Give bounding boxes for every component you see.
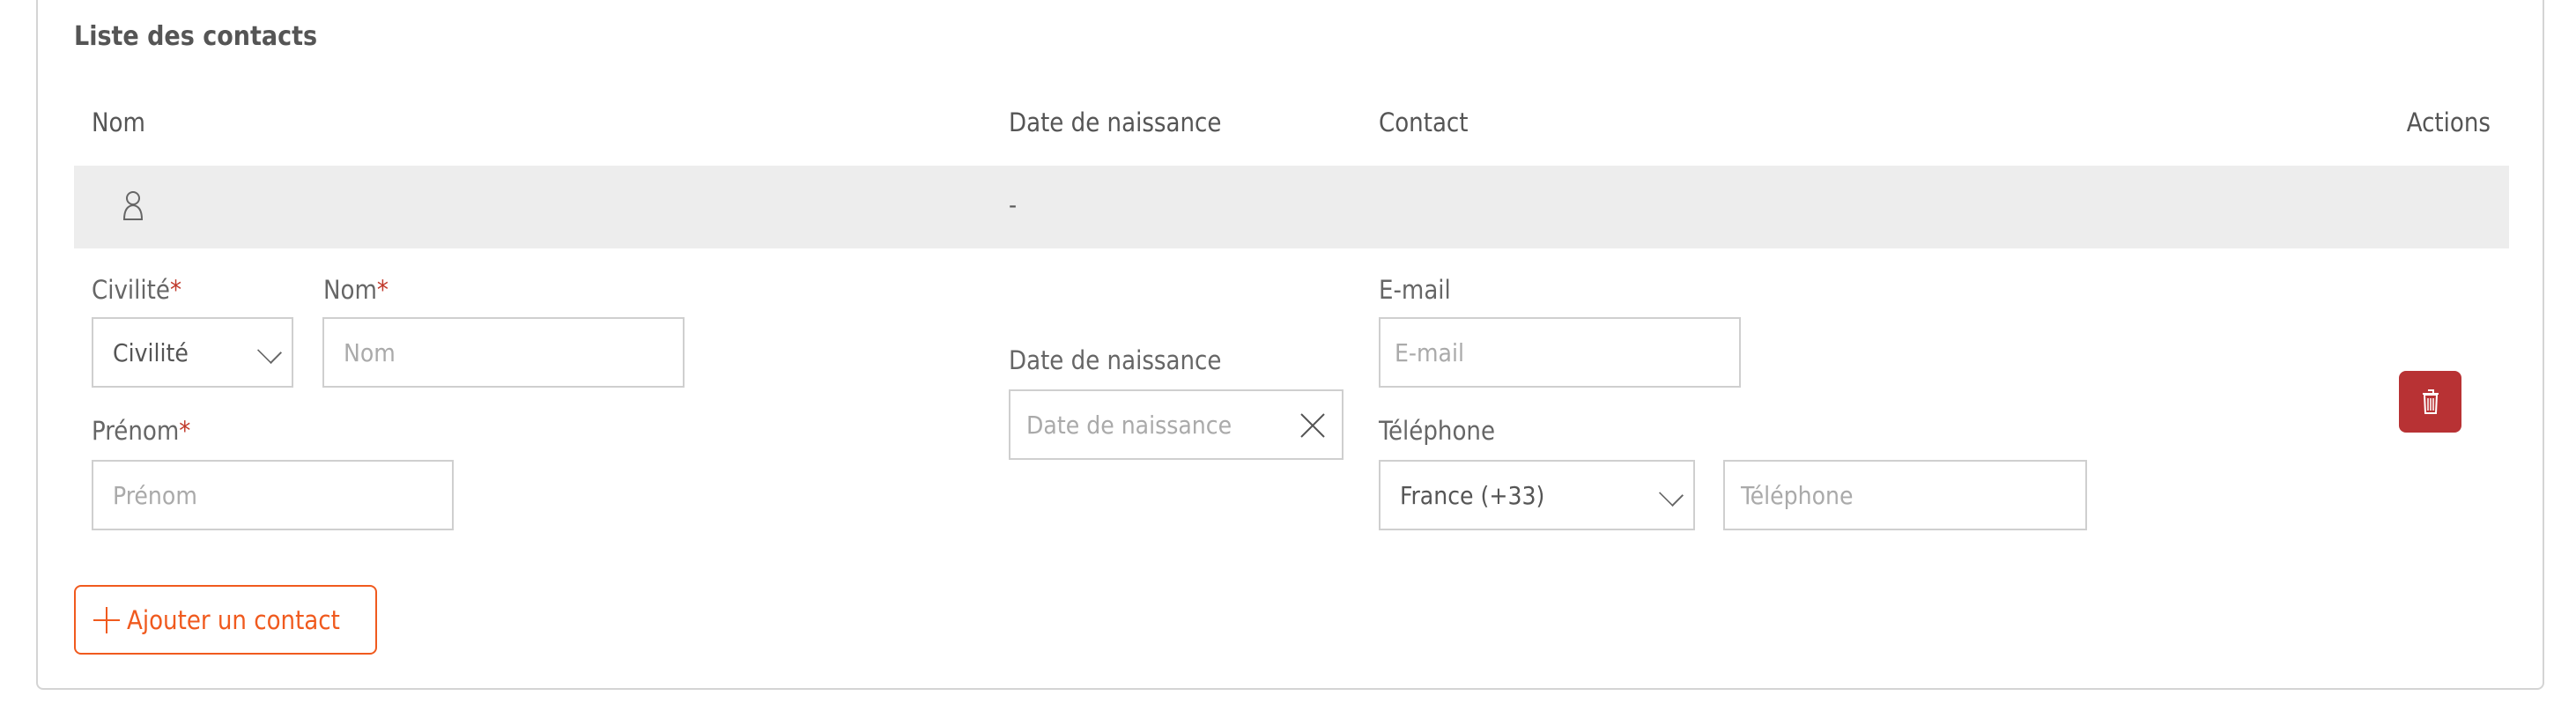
- civility-label: Civilité*: [92, 275, 181, 305]
- phone-label: Téléphone: [1379, 416, 1496, 446]
- add-contact-button[interactable]: Ajouter un contact: [74, 585, 377, 655]
- birthdate-label: Date de naissance: [1009, 345, 1222, 375]
- email-input[interactable]: E-mail: [1379, 317, 1741, 388]
- trash-icon: [2422, 389, 2439, 414]
- section-title: Liste des contacts: [74, 21, 318, 52]
- plus-icon: [93, 606, 120, 633]
- birthdate-input[interactable]: Date de naissance: [1009, 389, 1344, 460]
- last-name-input[interactable]: Nom: [322, 317, 685, 388]
- header-actions: Actions: [2406, 107, 2491, 137]
- header-name: Nom: [92, 107, 145, 137]
- delete-contact-button[interactable]: [2399, 371, 2461, 433]
- phone-country-select[interactable]: France (+33): [1379, 460, 1695, 530]
- first-name-label: Prénom*: [92, 416, 191, 446]
- chevron-down-icon: [256, 338, 283, 365]
- civility-value: Civilité: [113, 337, 189, 367]
- phone-country-value: France (+33): [1400, 480, 1545, 510]
- header-contact: Contact: [1379, 107, 1469, 137]
- civility-select[interactable]: Civilité: [92, 317, 293, 388]
- email-label: E-mail: [1379, 275, 1451, 305]
- clear-icon[interactable]: [1299, 412, 1326, 439]
- last-name-label: Nom*: [323, 275, 389, 305]
- person-icon: [122, 191, 144, 220]
- row-birthdate: -: [1009, 190, 1018, 219]
- first-name-input[interactable]: Prénom: [92, 460, 454, 530]
- contact-row[interactable]: -: [74, 166, 2509, 248]
- chevron-down-icon: [1658, 481, 1684, 507]
- add-contact-label: Ajouter un contact: [127, 604, 340, 635]
- header-birthdate: Date de naissance: [1009, 107, 1222, 137]
- phone-input[interactable]: Téléphone: [1723, 460, 2087, 530]
